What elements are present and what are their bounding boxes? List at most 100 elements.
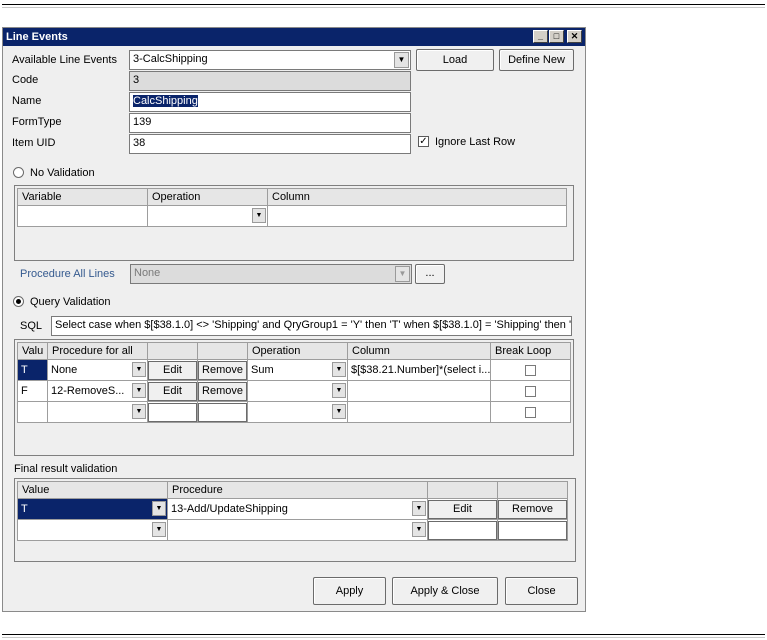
procedure-cell[interactable]: 13-Add/UpdateShipping ▼ <box>167 498 428 520</box>
break-loop-checkbox[interactable] <box>525 406 536 418</box>
value-cell[interactable]: T <box>17 359 48 381</box>
value-cell[interactable]: T ▼ <box>17 498 168 520</box>
col-edit <box>427 481 498 499</box>
procedure-ellipsis-button[interactable]: ... <box>415 264 445 284</box>
column-cell[interactable] <box>267 205 567 227</box>
procedure-cell[interactable]: ▼ <box>47 401 148 423</box>
col-break-loop: Break Loop <box>490 342 571 360</box>
edit-button[interactable] <box>428 520 497 540</box>
table-row: F 12-RemoveS... ▼ Edit Remove ▼ <box>17 380 571 402</box>
col-operation: Operation <box>147 188 268 206</box>
remove-button[interactable]: Remove <box>198 360 247 380</box>
operation-cell[interactable]: ▼ <box>247 380 348 402</box>
edit-cell <box>427 519 498 541</box>
procedure-cell[interactable]: None ▼ <box>47 359 148 381</box>
column-cell[interactable] <box>347 401 491 423</box>
break-loop-checkbox[interactable] <box>525 385 536 397</box>
col-value: Value <box>17 481 168 499</box>
title-bar[interactable]: Line Events _ □ ✕ <box>3 28 585 46</box>
break-loop-checkbox[interactable] <box>525 364 536 376</box>
ignore-last-row-label: Ignore Last Row <box>435 136 516 148</box>
apply-close-button[interactable]: Apply & Close <box>392 577 498 605</box>
operation-text: Sum <box>251 364 274 376</box>
column-cell[interactable]: $[$38.21.Number]*(select i... <box>347 359 491 381</box>
operation-cell[interactable]: ▼ <box>247 401 348 423</box>
formtype-field[interactable]: 139 <box>129 113 411 133</box>
value-cell[interactable]: F <box>17 380 48 402</box>
define-new-button[interactable]: Define New <box>499 49 574 71</box>
load-button[interactable]: Load <box>416 49 494 71</box>
chevron-down-icon[interactable]: ▼ <box>332 362 346 377</box>
table-row: T ▼ 13-Add/UpdateShipping ▼ Edit Remove <box>17 498 568 520</box>
procedure-text: 13-Add/UpdateShipping <box>171 503 288 515</box>
remove-cell <box>197 401 248 423</box>
chevron-down-icon[interactable]: ▼ <box>394 52 409 68</box>
table-row: ▼ <box>17 205 567 227</box>
close-window-button[interactable]: ✕ <box>567 30 582 43</box>
procedure-cell[interactable]: ▼ <box>167 519 428 541</box>
query-grid: Valu Procedure for all Operation Column … <box>17 342 571 423</box>
value-cell[interactable]: ▼ <box>17 519 168 541</box>
edit-button[interactable] <box>148 402 197 422</box>
name-value: CalcShipping <box>133 95 198 107</box>
sql-field[interactable]: Select case when $[$38.1.0] <> 'Shipping… <box>51 316 572 336</box>
code-field: 3 <box>129 71 411 91</box>
bottom-rule <box>2 634 765 635</box>
close-button[interactable]: Close <box>505 577 578 605</box>
available-events-value: 3-CalcShipping <box>133 53 208 65</box>
query-validation-label: Query Validation <box>30 296 111 308</box>
chevron-down-icon[interactable]: ▼ <box>252 208 266 223</box>
col-column: Column <box>347 342 491 360</box>
remove-button[interactable]: Remove <box>498 499 567 519</box>
bottom-rule-shadow <box>2 637 765 638</box>
chevron-down-icon[interactable]: ▼ <box>132 362 146 377</box>
value-cell[interactable] <box>17 401 48 423</box>
apply-button[interactable]: Apply <box>313 577 386 605</box>
available-events-label: Available Line Events <box>12 54 117 66</box>
chevron-down-icon[interactable]: ▼ <box>412 501 426 516</box>
col-edit <box>147 342 198 360</box>
table-row: ▼ ▼ <box>17 401 571 423</box>
chevron-down-icon[interactable]: ▼ <box>132 383 146 398</box>
column-cell[interactable] <box>347 380 491 402</box>
available-events-select[interactable]: 3-CalcShipping ▼ <box>129 50 411 70</box>
remove-button[interactable] <box>498 520 567 540</box>
formtype-label: FormType <box>12 116 62 128</box>
chevron-down-icon[interactable]: ▼ <box>412 522 426 537</box>
query-validation-radio[interactable] <box>13 296 24 307</box>
table-row: ▼ ▼ <box>17 519 568 541</box>
name-field[interactable]: CalcShipping <box>129 92 411 112</box>
chevron-down-icon: ▼ <box>395 266 410 282</box>
operation-cell[interactable]: Sum ▼ <box>247 359 348 381</box>
col-remove <box>497 481 568 499</box>
remove-button[interactable] <box>198 402 247 422</box>
query-grid-panel: Valu Procedure for all Operation Column … <box>14 339 574 456</box>
edit-button[interactable]: Edit <box>428 499 497 519</box>
remove-button[interactable]: Remove <box>198 381 247 401</box>
itemuid-field[interactable]: 38 <box>129 134 411 154</box>
edit-button[interactable]: Edit <box>148 360 197 380</box>
col-procedure: Procedure <box>167 481 428 499</box>
chevron-down-icon[interactable]: ▼ <box>152 501 166 516</box>
procedure-all-lines-label: Procedure All Lines <box>20 268 115 280</box>
edit-cell: Edit <box>147 380 198 402</box>
edit-button[interactable]: Edit <box>148 381 197 401</box>
break-loop-cell <box>490 359 571 381</box>
name-label: Name <box>12 95 42 107</box>
operation-cell[interactable]: ▼ <box>147 205 268 227</box>
ignore-last-row-checkbox[interactable]: ✓ <box>418 136 429 147</box>
variable-cell[interactable] <box>17 205 148 227</box>
edit-cell: Edit <box>427 498 498 520</box>
procedure-text: None <box>51 364 78 376</box>
chevron-down-icon[interactable]: ▼ <box>152 522 166 537</box>
no-validation-grid: Variable Operation Column ▼ <box>17 188 567 227</box>
chevron-down-icon[interactable]: ▼ <box>132 404 146 419</box>
procedure-cell[interactable]: 12-RemoveS... ▼ <box>47 380 148 402</box>
chevron-down-icon[interactable]: ▼ <box>332 404 346 419</box>
chevron-down-icon[interactable]: ▼ <box>332 383 346 398</box>
maximize-button[interactable]: □ <box>549 30 564 43</box>
top-rule <box>2 4 765 5</box>
line-events-window: Line Events _ □ ✕ Available Line Events … <box>2 27 586 612</box>
minimize-button[interactable]: _ <box>533 30 548 43</box>
no-validation-radio[interactable] <box>13 167 24 178</box>
